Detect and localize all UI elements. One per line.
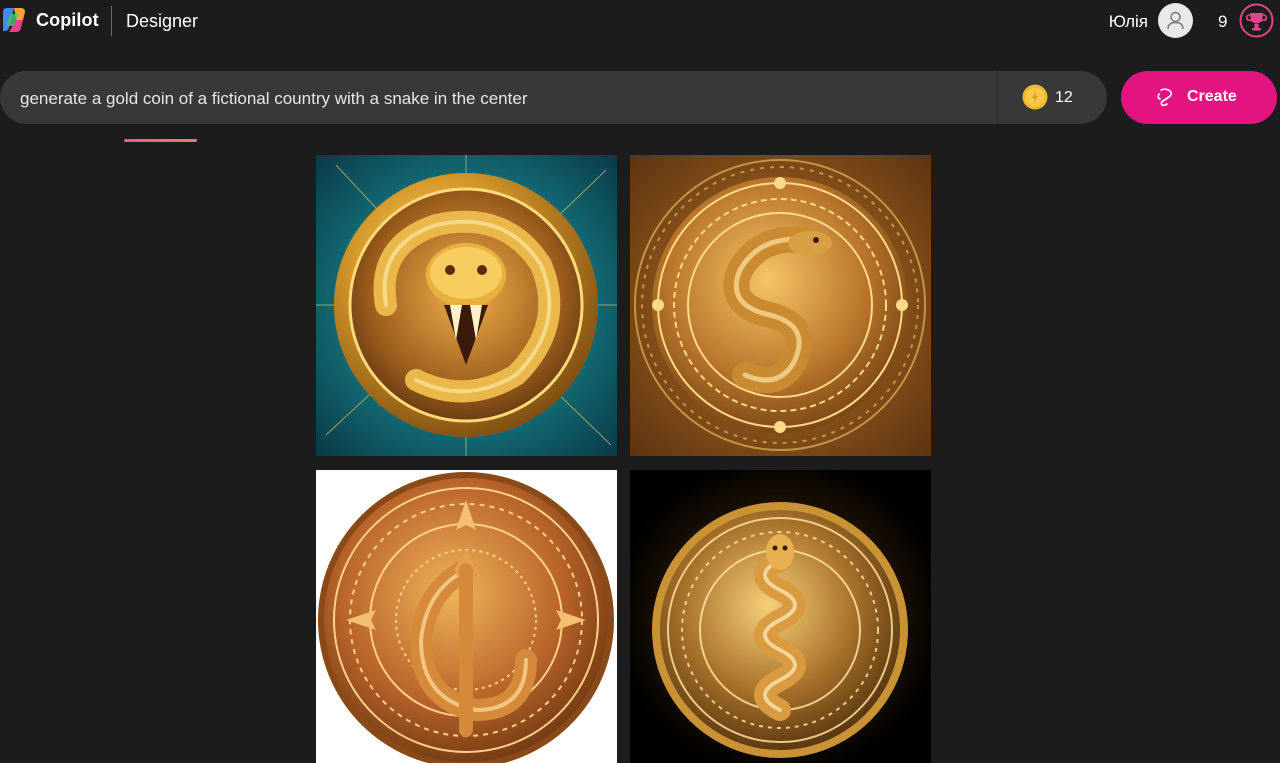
result-image-1[interactable] bbox=[316, 155, 617, 456]
user-avatar-icon[interactable] bbox=[1158, 3, 1193, 38]
create-button-label: Create bbox=[1187, 88, 1237, 105]
top-bar: Copilot Designer Юлія 9 bbox=[0, 0, 1280, 42]
copilot-logo-icon[interactable] bbox=[0, 6, 28, 34]
rewards-count[interactable]: 9 bbox=[1218, 12, 1227, 32]
boost-coin-icon bbox=[1022, 84, 1048, 110]
prompt-input[interactable]: generate a gold coin of a fictional coun… bbox=[20, 89, 527, 109]
create-brush-icon bbox=[1155, 86, 1177, 108]
prompt-input-container[interactable]: generate a gold coin of a fictional coun… bbox=[0, 71, 1107, 124]
boosts-indicator[interactable]: 12 bbox=[997, 71, 1108, 124]
brand-name[interactable]: Copilot bbox=[36, 10, 99, 31]
result-image-4[interactable] bbox=[630, 470, 931, 763]
user-name[interactable]: Юлія bbox=[1109, 12, 1148, 32]
active-tab-indicator bbox=[124, 139, 197, 142]
rewards-trophy-icon[interactable] bbox=[1239, 3, 1274, 38]
product-name[interactable]: Designer bbox=[126, 11, 198, 32]
result-image-3[interactable] bbox=[316, 470, 617, 763]
create-button[interactable]: Create bbox=[1121, 71, 1277, 124]
boost-count: 12 bbox=[1055, 89, 1073, 106]
result-image-2[interactable] bbox=[630, 155, 931, 456]
brand-divider bbox=[111, 6, 112, 36]
